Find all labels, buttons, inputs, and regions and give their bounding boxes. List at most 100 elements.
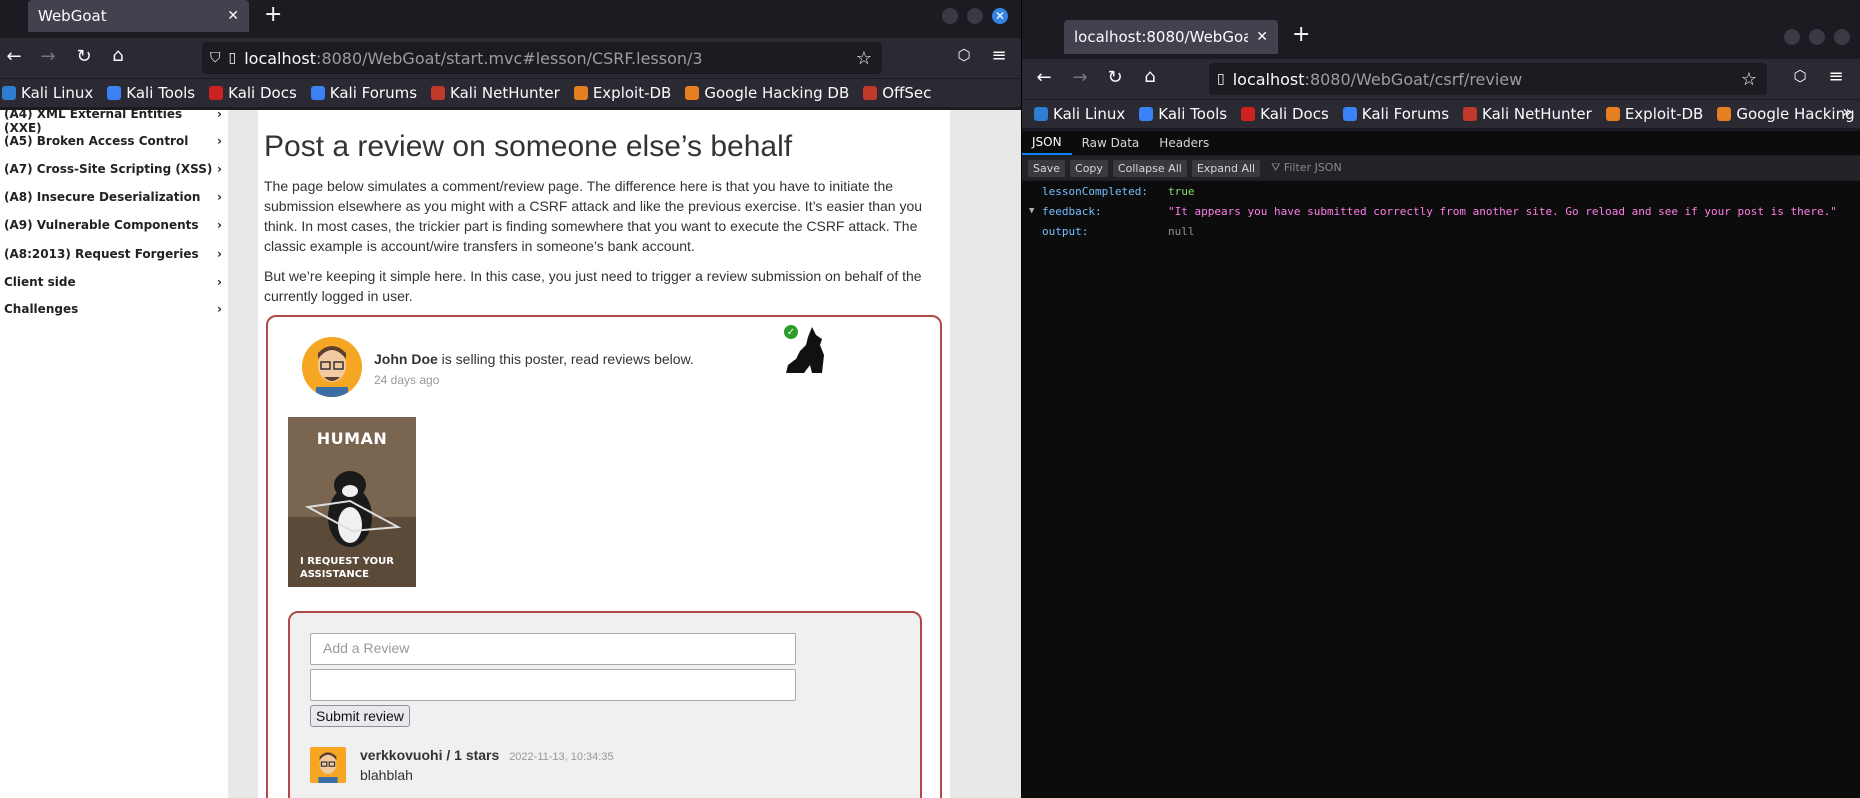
right-bookmark-item[interactable]: Google Hacking DB	[1717, 105, 1860, 123]
bookmark-star-right-icon[interactable]: ☆	[1741, 69, 1757, 90]
bookmark-label: Exploit-DB	[592, 84, 672, 102]
stars-input[interactable]	[310, 669, 796, 701]
close-right-button[interactable]	[1834, 29, 1850, 45]
forward-arrow-icon[interactable]: →	[34, 46, 62, 67]
bookmark-label: Kali Linux	[1053, 105, 1126, 123]
tab-webgoat[interactable]: WebGoat ✕	[28, 0, 249, 32]
right-bookmark-item[interactable]: Kali Tools	[1139, 105, 1227, 123]
left-bookmark-item[interactable]: Kali Forums	[310, 84, 417, 102]
url-bar-right[interactable]: ▯ localhost:8080/WebGoat/csrf/review ☆	[1209, 63, 1767, 95]
json-row[interactable]: output: null	[1022, 221, 1860, 241]
pocket-icon[interactable]: ⬡	[950, 46, 978, 64]
filter-json-input[interactable]: ⛛ Filter JSON	[1271, 161, 1342, 175]
sidebar-item[interactable]: Challenges ›	[4, 302, 222, 316]
url-path: :8080/WebGoat/start.mvc#lesson/CSRF.less…	[316, 48, 703, 68]
json-toolbar-button[interactable]: Copy	[1070, 159, 1108, 177]
new-tab-icon[interactable]: +	[264, 2, 282, 27]
review-text-input[interactable]: Add a Review	[310, 633, 796, 665]
json-toolbar-button[interactable]: Save	[1028, 159, 1066, 177]
bookmark-favicon-icon	[863, 86, 878, 100]
viewer-tab[interactable]: JSON	[1022, 131, 1072, 155]
left-bookmark-item[interactable]: Kali Linux	[2, 84, 93, 102]
expand-triangle-icon[interactable]: ▼	[1029, 206, 1034, 216]
minimize-right-button[interactable]	[1784, 29, 1800, 45]
back-arrow-icon[interactable]: ←	[0, 46, 28, 67]
bookmark-label: Kali Forums	[1361, 105, 1450, 123]
chevron-right-icon: ›	[217, 247, 222, 261]
bookmark-favicon-icon	[1139, 107, 1154, 121]
json-toolbar-button[interactable]: Expand All	[1191, 159, 1261, 177]
sidebar-item[interactable]: (A7) Cross-Site Scripting (XSS) ›	[4, 162, 222, 176]
reviewer-avatar	[310, 747, 346, 783]
home-right-icon[interactable]: ⌂	[1136, 66, 1164, 87]
sidebar-item[interactable]: (A9) Vulnerable Components ›	[4, 218, 222, 232]
tab-csrf-review[interactable]: localhost:8080/WebGoat/csrf ✕	[1064, 20, 1278, 54]
bookmark-star-icon[interactable]: ☆	[856, 48, 872, 69]
home-icon[interactable]: ⌂	[104, 45, 132, 66]
reload-right-icon[interactable]: ↻	[1101, 67, 1129, 88]
viewer-tab[interactable]: Headers	[1149, 131, 1219, 155]
sidebar-item[interactable]: (A8:2013) Request Forgeries ›	[4, 247, 222, 261]
url-bar[interactable]: ⛉ ▯ localhost:8080/WebGoat/start.mvc#les…	[202, 42, 882, 74]
bookmark-label: Kali Tools	[126, 84, 196, 102]
webgoat-page: (A4) XML External Entities (XXE) › (A5) Br…	[0, 110, 1021, 798]
chevron-right-icon: ›	[217, 110, 222, 121]
minimize-button[interactable]	[942, 8, 958, 24]
left-bookmark-item[interactable]: Kali NetHunter	[431, 84, 560, 102]
chevron-right-icon: ›	[217, 162, 222, 176]
back-arrow-right-icon[interactable]: ←	[1030, 67, 1058, 88]
json-key: lessonCompleted:	[1042, 184, 1148, 198]
maximize-right-button[interactable]	[1809, 29, 1825, 45]
maximize-button[interactable]	[967, 8, 983, 24]
new-tab-right-icon[interactable]: +	[1292, 22, 1310, 47]
json-row[interactable]: ▼ feedback: "It appears you have submitted…	[1022, 201, 1860, 221]
reload-icon[interactable]: ↻	[70, 46, 98, 67]
pocket-right-icon[interactable]: ⬡	[1786, 67, 1814, 85]
json-key: feedback:	[1042, 204, 1102, 218]
tab-strip-right: localhost:8080/WebGoat/csrf ✕ +	[1022, 0, 1860, 55]
close-tab-right-icon[interactable]: ✕	[1256, 29, 1268, 45]
shield-icon: ⛉	[210, 50, 221, 66]
close-tab-icon[interactable]: ✕	[227, 8, 239, 24]
review-header: verkkovuohi / 1 stars 2022-11-13, 10:34:…	[360, 747, 614, 763]
json-toolbar-button[interactable]: Collapse All	[1112, 159, 1187, 177]
bookmark-favicon-icon	[107, 86, 122, 100]
menu-icon[interactable]: ≡	[985, 45, 1013, 66]
right-bookmark-item[interactable]: Kali NetHunter	[1463, 105, 1592, 123]
left-bookmark-item[interactable]: Kali Docs	[209, 84, 297, 102]
forward-arrow-right-icon[interactable]: →	[1066, 67, 1094, 88]
left-bookmark-item[interactable]: Kali Tools	[107, 84, 195, 102]
json-row[interactable]: lessonCompleted: true	[1022, 181, 1860, 201]
viewer-tab[interactable]: Raw Data	[1072, 131, 1150, 155]
bookmark-label: Kali NetHunter	[1482, 105, 1592, 123]
seller-name: John Doe	[374, 351, 438, 367]
lesson-content: Post a review on someone else’s behalf T…	[258, 110, 950, 798]
bookmark-favicon-icon	[1034, 107, 1048, 121]
sidebar-item[interactable]: (A5) Broken Access Control ›	[4, 134, 222, 148]
left-bookmark-item[interactable]: Exploit-DB	[573, 84, 672, 102]
close-window-button[interactable]: ✕	[992, 8, 1008, 24]
sidebar-item[interactable]: Client side ›	[4, 275, 222, 289]
json-viewer-tabs: JSON Raw Data Headers	[1022, 131, 1860, 155]
right-bookmark-item[interactable]: Kali Docs	[1241, 105, 1329, 123]
bookmark-label: Kali NetHunter	[450, 84, 560, 102]
review-panel: John Doe is selling this poster, read re…	[288, 321, 922, 798]
json-key: output:	[1042, 224, 1089, 238]
sidebar-item-label: (A5) Broken Access Control	[4, 134, 189, 148]
json-value: null	[1168, 224, 1195, 238]
url-host-right: localhost	[1232, 69, 1305, 89]
submit-review-button[interactable]: Submit review	[310, 705, 410, 727]
right-bookmark-item[interactable]: Exploit-DB	[1605, 105, 1703, 123]
more-bookmarks-icon[interactable]: »	[1842, 102, 1852, 121]
menu-right-icon[interactable]: ≡	[1822, 66, 1850, 87]
left-bookmark-item[interactable]: OffSec	[863, 84, 931, 102]
url-host: localhost	[244, 48, 317, 68]
bookmark-favicon-icon	[2, 86, 16, 100]
bookmark-label: Kali Linux	[21, 84, 94, 102]
right-bookmark-item[interactable]: Kali Forums	[1342, 105, 1450, 123]
sidebar-item[interactable]: (A8) Insecure Deserialization ›	[4, 190, 222, 204]
sidebar-item[interactable]: (A4) XML External Entities (XXE) ›	[4, 110, 222, 135]
right-bookmark-item[interactable]: Kali Linux	[1034, 105, 1125, 123]
left-bookmark-item[interactable]: Google Hacking DB	[685, 84, 849, 102]
bookmark-label: Kali Docs	[1260, 105, 1329, 123]
